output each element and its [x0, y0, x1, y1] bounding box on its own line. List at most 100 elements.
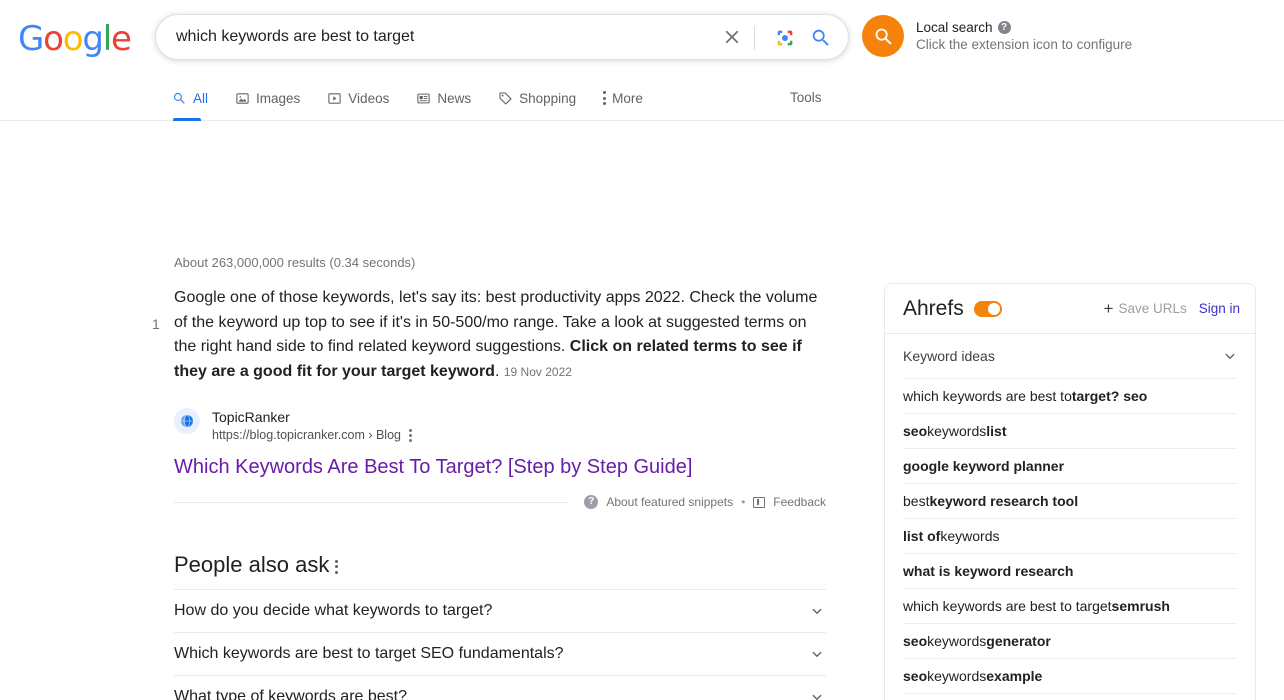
paa-heading-row: People also ask: [174, 551, 826, 589]
paa-question: Which keywords are best to target SEO fu…: [174, 645, 564, 662]
snippet-feedback-link[interactable]: Feedback: [773, 495, 826, 509]
tools-button[interactable]: Tools: [790, 76, 822, 120]
tab-shopping[interactable]: Shopping: [498, 76, 576, 120]
search-box[interactable]: which keywords are best to target: [155, 14, 849, 60]
kebab-icon[interactable]: [408, 428, 412, 442]
about-featured-snippets-link[interactable]: About featured snippets: [606, 495, 733, 509]
save-urls-label: Save URLs: [1118, 301, 1187, 316]
tab-label: Shopping: [519, 90, 577, 106]
keyword-bold-part: list of: [903, 528, 941, 544]
image-icon: [236, 92, 249, 104]
video-icon: [328, 92, 341, 104]
snippet-text: Google one of those keywords, let's say …: [174, 286, 822, 384]
logo-letter: G: [18, 19, 44, 59]
keyword-bold-part: keyword research tool: [929, 493, 1079, 509]
favicon: [174, 408, 200, 434]
tab-videos[interactable]: Videos: [327, 76, 389, 120]
kebab-icon[interactable]: [335, 559, 339, 574]
keyword-bold-part: seo: [903, 668, 928, 684]
keyword-bold-part: generator: [986, 633, 1051, 649]
keyword-regular-part: keywords: [927, 423, 987, 439]
tag-icon: [499, 91, 512, 105]
search-icon: [173, 92, 185, 104]
snippet-source[interactable]: TopicRanker https://blog.topicranker.com…: [174, 408, 412, 444]
keyword-regular-part: best: [903, 493, 930, 509]
snippet-footer: ? About featured snippets • Feedback: [174, 492, 826, 512]
snippet-text-tail: .: [494, 362, 500, 380]
search-icon[interactable]: [810, 27, 832, 49]
keyword-ideas-section-toggle[interactable]: Keyword ideas: [885, 334, 1255, 378]
paa-item[interactable]: What type of keywords are best?: [174, 675, 826, 700]
tab-label: All: [193, 90, 209, 106]
search-divider: [754, 26, 755, 50]
google-lens-camera-icon[interactable]: [774, 27, 796, 49]
keyword-ideas-list: which keywords are best to target? seo se…: [885, 378, 1255, 700]
keyword-idea-item[interactable]: which keywords are best to target semrus…: [903, 588, 1237, 623]
ahrefs-brand-label: Ahrefs: [903, 296, 964, 320]
extension-title: Local search: [916, 19, 993, 35]
tab-news[interactable]: News: [416, 76, 471, 120]
keyword-regular-part: keywords: [927, 668, 987, 684]
paa-item[interactable]: How do you decide what keywords to targe…: [174, 589, 826, 632]
tab-label: More: [612, 90, 643, 106]
chevron-down-icon[interactable]: [808, 602, 826, 620]
sign-in-link[interactable]: Sign in: [1199, 301, 1240, 316]
help-icon[interactable]: ?: [997, 20, 1011, 34]
keyword-idea-item[interactable]: seo keywords list: [903, 413, 1237, 448]
keyword-idea-item[interactable]: google keyword planner: [903, 448, 1237, 483]
paa-question: What type of keywords are best?: [174, 688, 407, 700]
keyword-idea-item[interactable]: best keyword research tool: [903, 483, 1237, 518]
keyword-idea-item[interactable]: seo keywords example: [903, 658, 1237, 693]
keyword-regular-part: keywords: [940, 528, 1000, 544]
ahrefs-toggle[interactable]: [973, 300, 1002, 317]
snippet-title-link[interactable]: Which Keywords Are Best To Target? [Step…: [174, 454, 692, 480]
chevron-down-icon[interactable]: [808, 645, 826, 663]
feedback-icon: [753, 496, 766, 508]
extension-icon-button[interactable]: [862, 15, 904, 57]
divider: [174, 501, 569, 503]
featured-snippet: 1 Google one of those keywords, let's sa…: [152, 286, 832, 509]
ahrefs-header: Ahrefs + Save URLs Sign in: [885, 284, 1255, 334]
keyword-bold-part: example: [986, 668, 1043, 684]
logo-letter: g: [82, 19, 104, 59]
tab-images[interactable]: Images: [235, 76, 300, 120]
keyword-bold-part: target? seo: [1071, 388, 1148, 404]
copy-the-list-button[interactable]: Copy the list: [903, 693, 1237, 700]
keyword-idea-item[interactable]: seo keywords generator: [903, 623, 1237, 658]
results-count: About 263,000,000 results (0.34 seconds): [174, 255, 416, 270]
save-urls-button[interactable]: + Save URLs: [1104, 300, 1187, 317]
google-logo[interactable]: Google: [18, 19, 132, 59]
source-meta: TopicRanker https://blog.topicranker.com…: [212, 408, 412, 444]
paa-item[interactable]: Which keywords are best to target SEO fu…: [174, 632, 826, 675]
extension-subtitle: Click the extension icon to configure: [916, 36, 1133, 52]
tab-more[interactable]: More: [603, 76, 643, 120]
close-icon[interactable]: [721, 26, 743, 48]
chevron-down-icon[interactable]: [808, 688, 826, 700]
keyword-regular-part: keywords: [927, 633, 987, 649]
tab-label: Images: [256, 90, 301, 106]
logo-letter: l: [102, 19, 112, 59]
keyword-idea-item[interactable]: what is keyword research: [903, 553, 1237, 588]
source-url-row: https://blog.topicranker.com › Blog: [212, 426, 412, 444]
chevron-down-icon: [1225, 353, 1235, 359]
page-header: Google which keywords are best to target: [0, 0, 1284, 76]
news-icon: [417, 93, 430, 103]
globe-icon: [181, 414, 193, 428]
keyword-idea-item[interactable]: list of keywords: [903, 518, 1237, 553]
extension-text: Local search ? Click the extension icon …: [916, 19, 1132, 54]
keyword-idea-item[interactable]: which keywords are best to target? seo: [903, 378, 1237, 413]
keyword-bold-part: list: [986, 423, 1007, 439]
tab-label: News: [437, 90, 472, 106]
tab-all[interactable]: All: [172, 76, 209, 121]
search-nav-bar: All Images Videos News Shopping More Too…: [0, 76, 1284, 121]
extension-title-row: Local search ?: [916, 19, 1132, 36]
source-url: https://blog.topicranker.com › Blog: [212, 428, 401, 442]
keyword-ideas-label: Keyword ideas: [903, 348, 995, 364]
search-input[interactable]: which keywords are best to target: [176, 15, 414, 59]
help-icon: ?: [584, 495, 599, 509]
magnifier-icon: [875, 28, 892, 45]
snippet-footer-links: ? About featured snippets • Feedback: [584, 495, 826, 509]
keyword-regular-part: which keywords are best to: [903, 388, 1072, 404]
separator: •: [741, 495, 746, 509]
logo-letter: e: [111, 19, 132, 59]
